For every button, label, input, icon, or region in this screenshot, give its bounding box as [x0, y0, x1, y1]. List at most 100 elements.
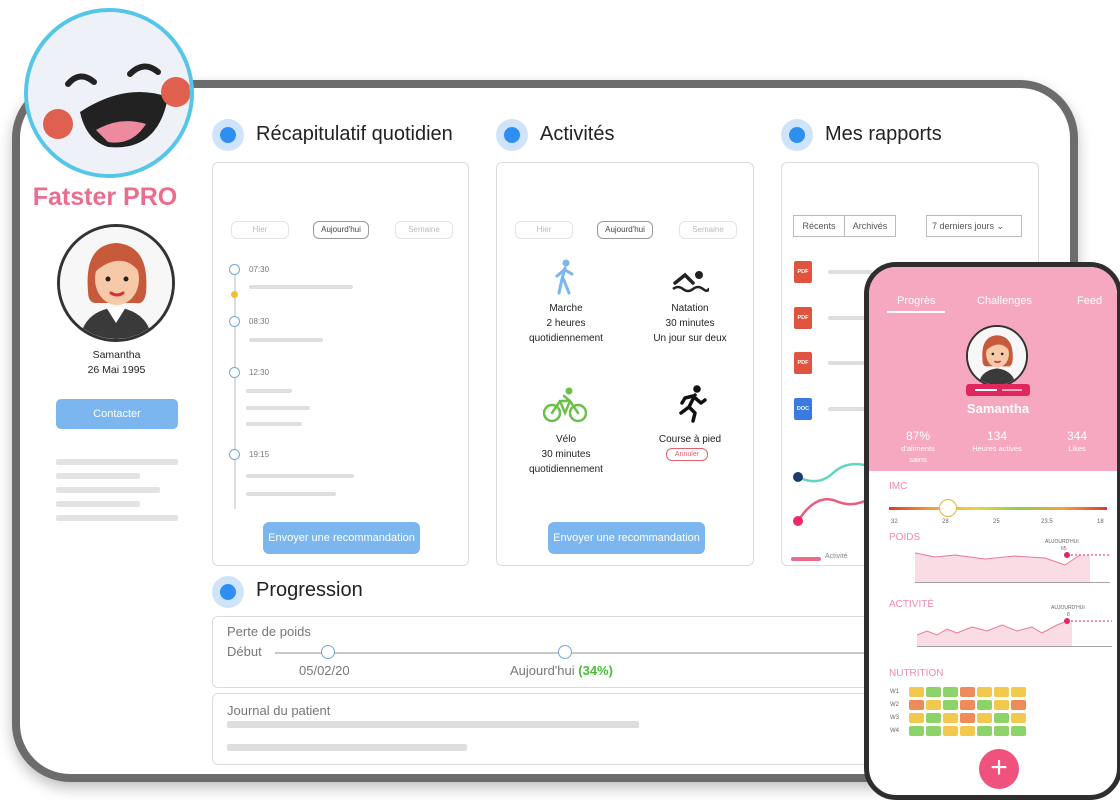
today-label: Aujourd'hui — [510, 663, 575, 678]
chevron-down-icon: ⌄ — [996, 221, 1005, 231]
section-dot-icon — [781, 119, 813, 151]
pill-week[interactable]: Semaine — [679, 221, 737, 239]
pill-today[interactable]: Aujourd'hui — [597, 221, 653, 239]
doc-file-icon[interactable]: DOC — [794, 398, 812, 420]
activity-name: Course à pied — [658, 434, 722, 445]
nutrition-grid — [909, 687, 1039, 741]
journal-placeholder-line — [227, 744, 467, 751]
nutrition-cell — [977, 687, 992, 697]
pdf-file-icon[interactable]: PDF — [794, 261, 812, 283]
nutrition-cell — [1011, 700, 1026, 710]
week-label: W3 — [890, 715, 899, 721]
section-title-reports: Mes rapports — [825, 123, 942, 145]
nutrition-cell — [909, 726, 924, 736]
add-button[interactable]: + — [979, 749, 1019, 789]
cycling-icon — [542, 387, 588, 423]
nutrition-cell — [926, 700, 941, 710]
timeline-dot — [229, 367, 240, 378]
legend-label: Activité — [825, 553, 848, 560]
pill-yesterday[interactable]: Hier — [231, 221, 289, 239]
weight-chart — [915, 552, 1110, 583]
stat-label: Likes — [1068, 444, 1086, 453]
activity-title: ACTIVITÉ — [889, 599, 935, 610]
imc-tick: 32 — [891, 519, 898, 525]
timeline-dot — [229, 316, 240, 327]
journal-placeholder-line — [227, 721, 639, 728]
timeline-bar — [249, 338, 323, 342]
nutrition-cell — [943, 726, 958, 736]
section-dot-icon — [496, 119, 528, 151]
nutrition-cell — [977, 726, 992, 736]
phone-tab-feed[interactable]: Feed — [1077, 295, 1102, 307]
nutrition-cell — [1011, 687, 1026, 697]
nutrition-cell — [926, 726, 941, 736]
report-activity-chart — [793, 462, 872, 526]
journal-label: Journal du patient — [227, 703, 331, 718]
send-recommendation-button[interactable]: Envoyer une recommandation — [548, 522, 705, 554]
nutrition-cell — [943, 687, 958, 697]
nutrition-cell — [960, 687, 975, 697]
file-name-bar — [828, 270, 872, 274]
fatster-logo — [24, 8, 194, 178]
level-bar — [1002, 389, 1022, 391]
stat-label: Heures actives — [972, 444, 1022, 453]
nutrition-cell — [926, 713, 941, 723]
phone-header: Progrès Challenges Feed Samantha 87% d'a… — [869, 267, 1117, 471]
pdf-file-icon[interactable]: PDF — [794, 352, 812, 374]
timeline-bar — [246, 406, 310, 410]
nutrition-cell — [1011, 726, 1026, 736]
tab-recent[interactable]: Récents — [793, 215, 845, 237]
cancel-activity-button[interactable]: Annuler — [666, 448, 708, 461]
weight-today-marker: AUJOURD'HUI — [1045, 539, 1079, 545]
stat-value: 344 — [1066, 429, 1088, 443]
phone-tab-challenges[interactable]: Challenges — [977, 295, 1032, 307]
imc-tick: 23.5 — [1041, 519, 1053, 525]
activity-chart — [917, 618, 1112, 647]
progress-today-marker[interactable] — [558, 645, 572, 659]
week-label: W2 — [890, 702, 899, 708]
timeline-bar — [246, 422, 302, 426]
running-icon — [677, 385, 707, 423]
send-recommendation-button[interactable]: Envoyer une recommandation — [263, 522, 420, 554]
phone-tab-progress[interactable]: Progrès — [897, 295, 936, 307]
contact-button[interactable]: Contacter — [56, 399, 178, 429]
period-label: 7 derniers jours — [932, 221, 995, 231]
brand-name: Fatster PRO — [32, 183, 178, 211]
phone-user-name: Samantha — [966, 401, 1030, 416]
pill-week[interactable]: Semaine — [395, 221, 453, 239]
nutrition-cell — [943, 713, 958, 723]
section-title-activities: Activités — [540, 123, 615, 145]
imc-tick: 25 — [993, 519, 1000, 525]
activity-frequency: Un jour sur deux — [653, 333, 727, 344]
level-bar — [975, 389, 997, 391]
phone-avatar — [966, 325, 1028, 387]
pill-yesterday[interactable]: Hier — [515, 221, 573, 239]
nutrition-cell — [926, 687, 941, 697]
week-label: W1 — [890, 689, 899, 695]
imc-tick: 28 — [942, 519, 949, 525]
walking-icon — [553, 259, 577, 295]
stat-value: 87% — [905, 429, 931, 443]
timeline-dot — [229, 264, 240, 275]
tab-archived[interactable]: Archivés — [844, 215, 896, 237]
activities-panel: Hier Aujourd'hui Semaine Marche 2 heures… — [496, 162, 754, 566]
active-tab-underline — [887, 311, 945, 313]
section-dot-icon — [212, 576, 244, 608]
nutrition-cell — [1011, 713, 1026, 723]
nutrition-cell — [977, 713, 992, 723]
timeline-bar — [246, 492, 336, 496]
activity-duration: 30 minutes — [541, 449, 591, 460]
nutrition-cell — [909, 687, 924, 697]
nutrition-cell — [943, 700, 958, 710]
patient-journal-panel: Journal du patient — [212, 693, 882, 765]
pill-today[interactable]: Aujourd'hui — [313, 221, 369, 239]
patient-name: Samantha — [92, 349, 141, 361]
nutrition-cell — [977, 700, 992, 710]
weight-loss-label: Perte de poids — [227, 624, 311, 639]
stat-value: 134 — [986, 429, 1008, 443]
daily-recap-panel: Hier Aujourd'hui Semaine 07:30 08:30 12:… — [212, 162, 469, 566]
sidebar-placeholder-line — [56, 459, 178, 465]
pdf-file-icon[interactable]: PDF — [794, 307, 812, 329]
period-select[interactable]: 7 derniers jours ⌄ — [926, 215, 1022, 237]
timeline-line — [234, 271, 236, 509]
